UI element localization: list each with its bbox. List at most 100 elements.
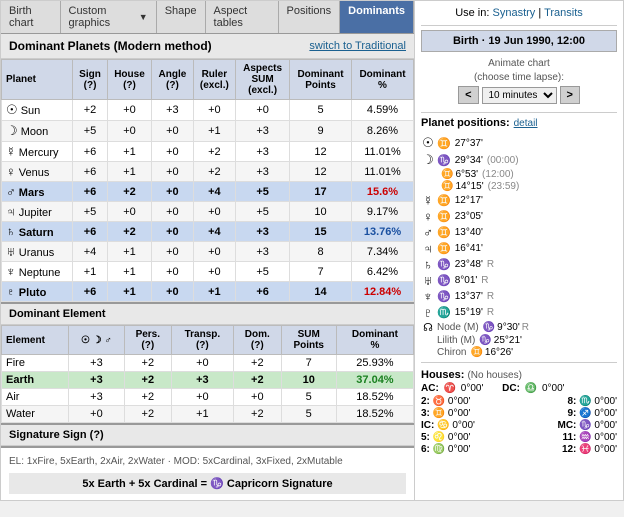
planet-symbol: ♅: [421, 273, 435, 288]
planet-sign-cell: +4: [73, 242, 107, 262]
planet-position-row: ♄ ♑ 23°48' R: [421, 257, 617, 272]
planet-name-cell: ♇ Pluto: [2, 282, 73, 302]
dc-deg: 0°00': [542, 383, 565, 394]
planet-ruler-cell: +0: [193, 100, 236, 121]
moon-time: (12:00): [482, 169, 514, 180]
planet-angle-cell: +0: [152, 162, 193, 182]
planet-sign-symbol: ♊: [437, 194, 451, 207]
planet-ruler-cell: +2: [193, 142, 236, 162]
planet-pct-cell: 12.84%: [351, 282, 413, 302]
planet-degree: 13°37': [455, 291, 483, 302]
planet-aspects-cell: +5: [236, 202, 290, 222]
tab-shape[interactable]: Shape: [157, 1, 206, 33]
house-pair-row: 2: ♉ 0°00' 8: ♏ 0°00': [421, 396, 617, 407]
element-col1: +3: [68, 389, 124, 406]
animate-next-button[interactable]: >: [560, 86, 580, 104]
planet-points-cell: 10: [290, 202, 352, 222]
planet-sign-cell: +5: [73, 121, 107, 142]
tab-positions[interactable]: Positions: [279, 1, 341, 33]
planet-pct-cell: 11.01%: [351, 142, 413, 162]
ac-sign: ♈: [444, 383, 456, 394]
time-lapse-select[interactable]: 10 minutes: [482, 87, 557, 104]
planet-ruler-cell: +0: [193, 262, 236, 282]
planet-sign-symbol: ♊: [437, 210, 451, 223]
special-sign: ♊: [470, 347, 482, 358]
tab-birth-chart[interactable]: Birth chart: [1, 1, 61, 33]
planet-sign-symbol: ♑: [437, 154, 451, 167]
planet-aspects-cell: +5: [236, 182, 290, 202]
planet-sign-symbol: ♏: [437, 306, 451, 319]
special-deg: 9°30': [497, 322, 520, 333]
element-col3: +1: [171, 406, 233, 423]
planet-aspects-cell: +3: [236, 162, 290, 182]
planet-degree: 12°17': [455, 195, 483, 206]
moon-deg: 6°53': [455, 169, 478, 180]
element-pct: 18.52%: [336, 406, 413, 423]
house-pair-row: 3: ♊ 0°00' 9: ♐ 0°00': [421, 408, 617, 419]
dominant-element-header: Dominant Element: [1, 302, 414, 325]
planet-name-cell: ♂ Mars: [2, 182, 73, 202]
col-planet: Planet: [2, 60, 73, 100]
houses-header: Houses: (No houses): [421, 369, 617, 381]
element-col2: +2: [124, 406, 171, 423]
tab-dominants[interactable]: Dominants: [340, 1, 414, 33]
tab-aspect-tables[interactable]: Aspect tables: [206, 1, 279, 33]
element-col2: +2: [124, 355, 171, 372]
planet-aspects-cell: +3: [236, 222, 290, 242]
planet-house-cell: +1: [107, 282, 151, 302]
planet-ruler-cell: +0: [193, 202, 236, 222]
planet-position-row: ☽ ♑ 29°34' (00:00): [421, 152, 617, 168]
planet-positions-detail-link[interactable]: detail: [514, 118, 538, 129]
planet-angle-cell: +0: [152, 262, 193, 282]
planet-house-cell: +0: [107, 121, 151, 142]
planet-angle-cell: +3: [152, 100, 193, 121]
synastry-link[interactable]: Synastry: [493, 7, 536, 19]
col-element: Element: [2, 326, 69, 355]
element-col4: +2: [234, 355, 282, 372]
planet-points-cell: 12: [290, 162, 352, 182]
planet-sign-cell: +1: [73, 262, 107, 282]
element-points: 10: [281, 372, 336, 389]
planet-position-row: ♊ 14°15' (23:59): [421, 181, 617, 192]
element-col2: +2: [124, 389, 171, 406]
planet-house-cell: +0: [107, 202, 151, 222]
col-house: House(?): [107, 60, 151, 100]
planet-ruler-cell: +0: [193, 242, 236, 262]
house-left: IC: ♋ 0°00': [421, 420, 475, 431]
planet-angle-cell: +0: [152, 182, 193, 202]
planet-position-row: ♊ 6°53' (12:00): [421, 169, 617, 180]
planet-symbol: ♃: [421, 241, 435, 256]
element-name-cell: Fire: [2, 355, 69, 372]
house-right: MC: ♑ 0°00': [558, 420, 618, 431]
use-in-label: Use in: Synastry | Transits: [421, 7, 617, 19]
element-points: 5: [281, 406, 336, 423]
planet-degree: 29°34': [455, 155, 483, 166]
house-pair-row: 5: ♌ 0°00' 11: ♒ 0°00': [421, 432, 617, 443]
transits-link[interactable]: Transits: [544, 7, 583, 19]
planet-symbol: ♆: [421, 289, 435, 304]
planet-position-row: ☊ Node (M) ♑ 9°30' R: [421, 321, 617, 334]
planet-symbol: ♂: [421, 225, 435, 240]
element-col3: +0: [171, 389, 233, 406]
planet-points-cell: 14: [290, 282, 352, 302]
planet-symbol: ☉: [421, 135, 435, 151]
animate-prev-button[interactable]: <: [458, 86, 478, 104]
special-symbol: ☊: [421, 321, 435, 334]
planet-time: (00:00): [487, 155, 519, 166]
dominant-planets-title: Dominant Planets (Modern method): [9, 39, 212, 53]
tab-custom-graphics[interactable]: Custom graphics ▼: [61, 1, 157, 33]
planet-symbol: ☽: [421, 152, 435, 168]
retro-r: R: [487, 291, 494, 302]
planet-angle-cell: +0: [152, 142, 193, 162]
planet-positions-list: ☉ ♊ 27°37' ☽ ♑ 29°34' (00:00) ♊ 6°53' (1…: [421, 135, 617, 358]
element-pct: 18.52%: [336, 389, 413, 406]
planet-ruler-cell: +1: [193, 121, 236, 142]
dominant-planets-header: Dominant Planets (Modern method) switch …: [1, 34, 414, 59]
switch-to-traditional-link[interactable]: switch to Traditional: [309, 40, 406, 52]
animate-sublabel: (choose time lapse):: [421, 72, 617, 83]
planet-name-cell: ☉ Sun: [2, 100, 73, 121]
planet-points-cell: 17: [290, 182, 352, 202]
planet-pct-cell: 8.26%: [351, 121, 413, 142]
house-left: 5: ♌ 0°00': [421, 432, 471, 443]
dropdown-arrow-icon[interactable]: ▼: [139, 12, 148, 22]
